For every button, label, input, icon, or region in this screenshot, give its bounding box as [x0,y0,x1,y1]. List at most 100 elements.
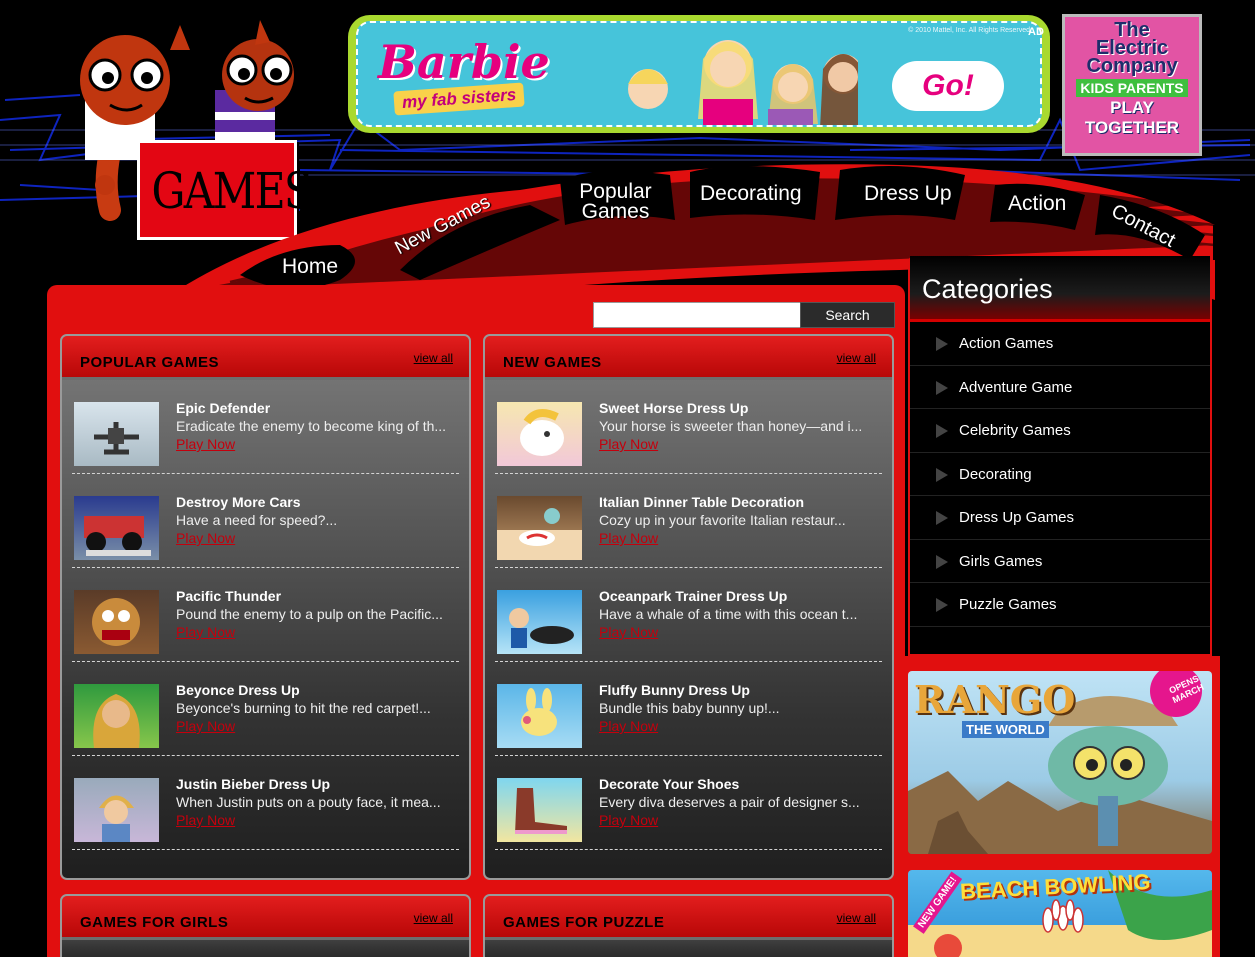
rango-ad[interactable]: RANGO THE WORLD OPENS MARCH [908,671,1212,854]
game-item[interactable]: Pacific Thunder Pound the enemy to a pul… [72,568,459,662]
game-title[interactable]: Pacific Thunder [176,588,281,604]
game-description: Cozy up in your favorite Italian restaur… [599,512,846,528]
main-content: Search POPULAR GAMES view all Epic Defen… [47,285,905,957]
panel-title: GAMES FOR GIRLS [80,914,229,931]
category-label: Celebrity Games [959,422,1071,439]
game-item[interactable]: Sweet Horse Dress Up Your horse is sweet… [495,380,882,474]
game-title[interactable]: Oceanpark Trainer Dress Up [599,588,787,604]
category-item-dress-up-games[interactable]: Dress Up Games [910,496,1210,540]
game-item[interactable]: Justin Bieber Dress Up When Justin puts … [72,756,459,850]
category-item-celebrity-games[interactable]: Celebrity Games [910,409,1210,453]
game-description: Your horse is sweeter than honey—and i..… [599,418,863,434]
electric-ad-line6: TOGETHER [1084,118,1180,137]
game-item[interactable]: Destroy More Cars Have a need for speed?… [72,474,459,568]
play-now-link[interactable]: Play Now [176,530,235,546]
nav-popular-games[interactable]: Popular Games [578,180,653,223]
arrow-right-icon [936,598,948,612]
panel-title: GAMES FOR PUZZLE [503,914,665,931]
category-item-action-games[interactable]: Action Games [910,322,1210,366]
panel-header: GAMES FOR PUZZLE view all [485,896,892,940]
beyonce-thumbnail-icon [93,694,140,748]
game-title[interactable]: Beyonce Dress Up [176,682,300,698]
categories-header: Categories [910,256,1210,322]
nav-home[interactable]: Home [282,255,338,279]
game-thumbnail[interactable] [497,402,582,466]
game-thumbnail[interactable] [74,496,159,560]
nav-action[interactable]: Action [1008,192,1066,216]
game-title[interactable]: Destroy More Cars [176,494,301,510]
game-description: Eradicate the enemy to become king of th… [176,418,447,434]
category-label: Puzzle Games [959,596,1057,613]
game-item[interactable]: Epic Defender Eradicate the enemy to bec… [72,380,459,474]
game-thumbnail[interactable] [74,684,159,748]
game-thumbnail[interactable] [497,778,582,842]
electric-ad-line4: KIDS PARENTS [1076,79,1188,97]
play-now-link[interactable]: Play Now [599,718,658,734]
electric-ad-line5: PLAY [1110,98,1154,117]
category-item-decorating[interactable]: Decorating [910,453,1210,496]
category-item-puzzle-games[interactable]: Puzzle Games [910,583,1210,627]
category-item-girls-games[interactable]: Girls Games [910,540,1210,583]
game-description: Have a need for speed?... [176,512,338,528]
game-title[interactable]: Epic Defender [176,400,270,416]
play-now-link[interactable]: Play Now [599,530,658,546]
page: GAMES Barbie my fab sisters © 2010 Matte… [0,0,1255,957]
search-input[interactable] [593,302,803,328]
game-item[interactable]: Italian Dinner Table Decoration Cozy up … [495,474,882,568]
game-thumbnail[interactable] [497,590,582,654]
banner-go-button[interactable]: Go! [892,61,1004,111]
oceanpark-thumbnail-icon [509,608,574,648]
play-now-link[interactable]: Play Now [176,812,235,828]
monster-thumbnail-icon [92,598,140,646]
game-title[interactable]: Justin Bieber Dress Up [176,776,330,792]
truck-thumbnail-icon [84,516,151,556]
game-thumbnail[interactable] [497,496,582,560]
search-button[interactable]: Search [800,302,895,328]
view-all-link[interactable]: view all [414,351,453,365]
game-thumbnail[interactable] [74,590,159,654]
view-all-link[interactable]: view all [837,911,876,925]
play-now-link[interactable]: Play Now [599,624,658,640]
view-all-link[interactable]: view all [837,351,876,365]
game-title[interactable]: Sweet Horse Dress Up [599,400,748,416]
nav-popular-games-label: Popular Games [579,180,652,223]
play-now-link[interactable]: Play Now [599,812,658,828]
category-label: Girls Games [959,552,1043,570]
panel-header: GAMES FOR GIRLS view all [62,896,469,940]
game-thumbnail[interactable] [497,684,582,748]
game-title[interactable]: Fluffy Bunny Dress Up [599,682,750,698]
game-description: Every diva deserves a pair of designer s… [599,794,860,810]
panel-title: NEW GAMES [503,354,602,371]
game-description: Beyonce's burning to hit the red carpet!… [176,700,431,716]
nav-dress-up[interactable]: Dress Up [864,182,952,206]
category-label: Action Games [959,335,1054,352]
play-now-link[interactable]: Play Now [176,436,235,452]
game-description: Pound the enemy to a pulp on the Pacific… [176,606,443,622]
games-for-girls-panel: GAMES FOR GIRLS view all [60,894,471,957]
beach-bowling-ad[interactable]: BEACH BOWLING NEW GAME! [908,870,1212,957]
panel-header: NEW GAMES view all [485,336,892,380]
play-now-link[interactable]: Play Now [599,436,658,452]
category-item-adventure-game[interactable]: Adventure Game [910,366,1210,409]
electric-company-ad[interactable]: The Electric Company KIDS PARENTS PLAY T… [1062,14,1202,156]
game-thumbnail[interactable] [74,778,159,842]
barbie-banner-ad[interactable]: Barbie my fab sisters © 2010 Mattel, Inc… [348,15,1050,133]
arrow-right-icon [936,337,948,351]
electric-ad-line3: Company [1086,55,1178,77]
game-item[interactable]: Decorate Your Shoes Every diva deserves … [495,756,882,850]
game-item[interactable]: Oceanpark Trainer Dress Up Have a whale … [495,568,882,662]
game-item[interactable]: Fluffy Bunny Dress Up Bundle this baby b… [495,662,882,756]
shoe-thumbnail-icon [515,788,567,834]
view-all-link[interactable]: view all [414,911,453,925]
game-item[interactable]: Beyonce Dress Up Beyonce's burning to hi… [72,662,459,756]
nav-decorating[interactable]: Decorating [700,182,802,206]
game-thumbnail[interactable] [74,402,159,466]
game-title[interactable]: Decorate Your Shoes [599,776,739,792]
banner-copyright: © 2010 Mattel, Inc. All Rights Reserved. [908,27,1032,34]
arrow-right-icon [936,554,948,569]
game-title[interactable]: Italian Dinner Table Decoration [599,494,804,510]
play-now-link[interactable]: Play Now [176,718,235,734]
category-label: Decorating [959,465,1032,483]
play-now-link[interactable]: Play Now [176,624,235,640]
arrow-right-icon [936,511,948,525]
